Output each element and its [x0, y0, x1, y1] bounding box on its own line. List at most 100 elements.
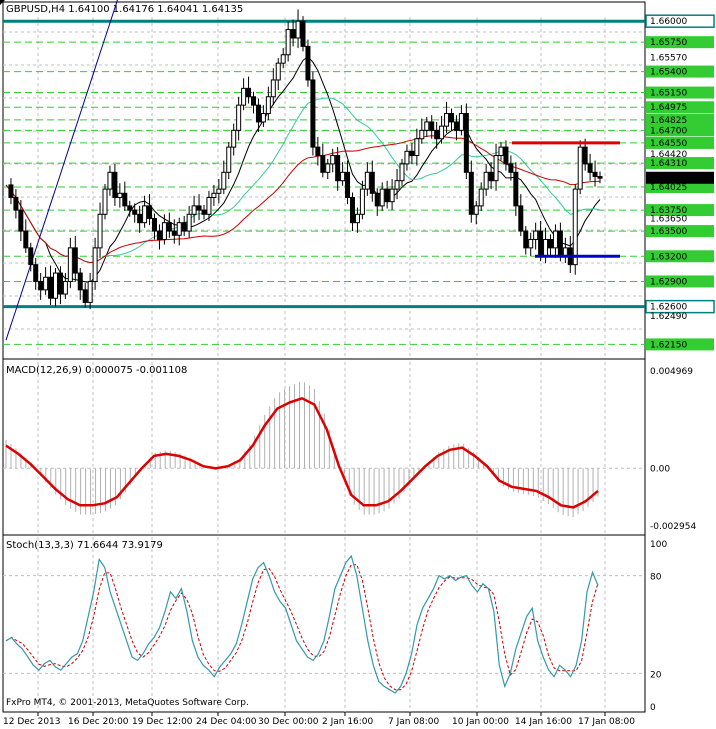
candle-body	[533, 230, 539, 240]
macd-title: MACD(12,26,9) 0.000075 -0.001108	[6, 365, 187, 376]
candle-body	[300, 20, 306, 47]
candle-body	[241, 87, 247, 106]
candle-body	[483, 171, 489, 190]
price-label: 1.62900	[650, 277, 687, 287]
candle-body	[379, 188, 385, 207]
candle-body	[97, 213, 103, 249]
candle-body	[330, 155, 336, 165]
candle-body	[211, 192, 217, 198]
candle-body	[478, 188, 484, 207]
candle-body	[577, 146, 583, 190]
candle-body	[404, 150, 410, 165]
candle-body	[107, 171, 113, 190]
stoch-axis-label: 20	[650, 670, 662, 680]
candle-body	[152, 217, 157, 232]
candle-body	[414, 138, 420, 157]
candle-body	[399, 163, 405, 182]
candle-body	[310, 79, 316, 148]
candle-body	[23, 230, 29, 249]
candle-body	[102, 188, 108, 215]
candle-body	[528, 238, 534, 249]
candle-body	[132, 209, 138, 215]
price-label: 1.65150	[650, 89, 687, 99]
price-label: 1.64025	[650, 183, 687, 193]
candle-body	[359, 188, 365, 215]
candle-body	[434, 129, 440, 140]
time-axis-label: 16 Dec 20:00	[68, 717, 129, 727]
candle-body	[587, 163, 593, 173]
candle-body	[265, 96, 271, 115]
candle-body	[92, 247, 98, 282]
candle-body	[439, 125, 445, 140]
candle-body	[419, 129, 425, 140]
chart-frame	[2, 1, 646, 713]
macd-signal-line	[5, 396, 599, 509]
time-axis-label: 2 Jan 16:00	[322, 717, 374, 727]
price-label: 1.63650	[650, 214, 687, 224]
candle-body	[463, 113, 469, 173]
candle-body	[221, 171, 227, 190]
stoch-title: Stoch(13,3,3) 71.6644 73.9179	[6, 540, 163, 551]
candle-body	[191, 205, 197, 215]
stoch-axis-label: 80	[650, 573, 662, 583]
candle-body	[122, 192, 128, 207]
copyright-text: FxPro MT4, © 2001-2013, MetaQuotes Softw…	[6, 698, 249, 708]
candle-body	[548, 238, 553, 249]
chart-header: GBPUSD,H4 1.64100 1.64176 1.64041 1.6413…	[6, 4, 243, 15]
candle-body	[424, 121, 430, 131]
candle-body	[255, 104, 261, 123]
candle-body	[354, 213, 360, 224]
time-axis-label: 17 Jan 08:00	[578, 717, 635, 727]
candle-body	[13, 196, 19, 211]
candle-body	[275, 62, 281, 81]
candle-body	[523, 230, 529, 249]
candle-body	[350, 196, 355, 224]
candle-body	[538, 230, 544, 257]
price-label: 1.66000	[650, 17, 687, 27]
candle-body	[315, 146, 321, 157]
price-label: 1.64550	[650, 139, 687, 149]
candle-body	[453, 121, 459, 131]
candle-body	[137, 213, 143, 224]
price-label: 1.63500	[650, 227, 687, 237]
chart-window[interactable]: GBPUSD,H4 1.64100 1.64176 1.64041 1.6413…	[0, 0, 716, 729]
candle-body	[389, 188, 395, 203]
stoch-axis-label: 0	[650, 703, 656, 713]
time-axis-label: 19 Dec 12:00	[132, 717, 193, 727]
candle-body	[48, 276, 54, 299]
candle-body	[498, 146, 504, 157]
candle-body	[270, 79, 276, 98]
candle-body	[513, 171, 519, 207]
candle-body	[295, 20, 301, 39]
candle-body	[246, 87, 252, 98]
candle-body	[57, 272, 63, 295]
candle-body	[62, 280, 68, 295]
candle-body	[171, 230, 177, 236]
candle-body	[493, 155, 499, 182]
candle-body	[82, 289, 88, 303]
candle-body	[196, 205, 202, 211]
price-label: 1.64310	[650, 159, 687, 169]
candle-body	[572, 188, 578, 266]
mt4-chart[interactable]: GBPUSD,H4 1.64100 1.64176 1.64041 1.6413…	[0, 0, 716, 729]
macd-axis-label: 0.004969	[650, 367, 693, 377]
candle-body	[468, 171, 474, 215]
price-label: 1.65750	[650, 38, 687, 48]
candle-body	[409, 150, 415, 157]
candle-body	[374, 192, 380, 207]
time-axis-label: 24 Dec 04:00	[196, 717, 257, 727]
price-label: 1.64975	[650, 103, 687, 113]
candle-body	[305, 45, 311, 81]
candle-body	[369, 171, 375, 194]
candle-body	[280, 54, 286, 64]
candle-body	[117, 192, 123, 198]
candle-body	[33, 264, 39, 282]
candle-body	[251, 96, 256, 106]
candle-body	[112, 171, 118, 198]
macd-axis-label: -0.002954	[650, 522, 696, 532]
candle-body	[518, 205, 524, 232]
time-axis-label: 14 Jan 16:00	[515, 717, 572, 727]
price-label: 1.64700	[650, 126, 687, 136]
candle-body	[166, 222, 172, 232]
candle-body	[38, 280, 44, 291]
